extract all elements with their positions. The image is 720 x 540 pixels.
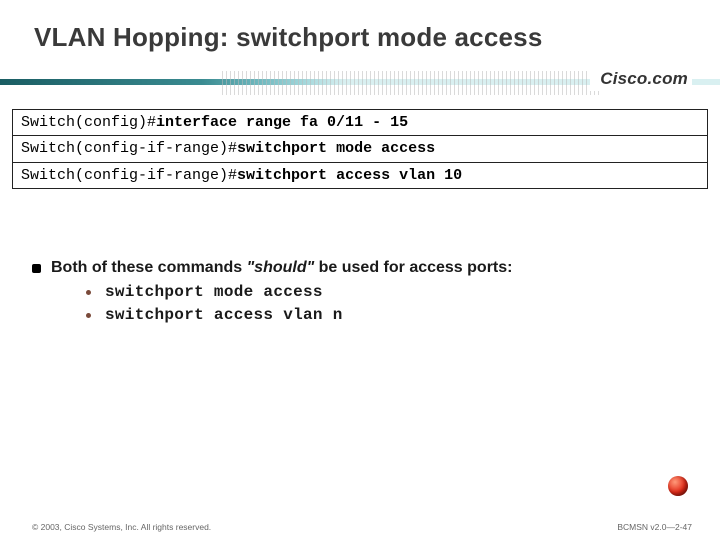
terminal-command: switchport access vlan 10 bbox=[237, 163, 462, 188]
terminal-command: switchport mode access bbox=[237, 136, 435, 161]
footer: © 2003, Cisco Systems, Inc. All rights r… bbox=[0, 522, 720, 532]
sub-bullet-list: switchport mode access switchport access… bbox=[86, 283, 720, 324]
nav-dot-icon bbox=[668, 476, 688, 496]
terminal-block: Switch(config)#interface range fa 0/11 -… bbox=[12, 109, 708, 189]
bullet-post: be used for access ports: bbox=[314, 259, 512, 276]
sub-bullet-text: switchport mode access bbox=[105, 283, 323, 301]
separator-stripes bbox=[222, 71, 602, 95]
sub-bullet-icon bbox=[86, 290, 91, 295]
terminal-row: Switch(config-if-range)#switchport acces… bbox=[13, 162, 707, 188]
sub-bullet-item: switchport access vlan n bbox=[86, 306, 720, 324]
terminal-prompt: Switch(config-if-range)# bbox=[13, 136, 237, 161]
terminal-command: interface range fa 0/11 - 15 bbox=[156, 110, 408, 135]
sub-bullet-text: switchport access vlan n bbox=[105, 306, 343, 324]
sub-bullet-icon bbox=[86, 313, 91, 318]
bullet-icon bbox=[32, 264, 41, 273]
bullet-list: Both of these commands "should" be used … bbox=[32, 259, 720, 324]
footer-copyright: © 2003, Cisco Systems, Inc. All rights r… bbox=[32, 522, 211, 532]
bullet-item: Both of these commands "should" be used … bbox=[32, 259, 720, 277]
terminal-row: Switch(config)#interface range fa 0/11 -… bbox=[13, 110, 707, 135]
bullet-pre: Both of these commands bbox=[51, 259, 247, 276]
terminal-prompt: Switch(config)# bbox=[13, 110, 156, 135]
terminal-prompt: Switch(config-if-range)# bbox=[13, 163, 237, 188]
sub-bullet-item: switchport mode access bbox=[86, 283, 720, 301]
separator: Cisco.com bbox=[0, 71, 720, 95]
footer-pageref: BCMSN v2.0—2-47 bbox=[617, 522, 692, 532]
page-title: VLAN Hopping: switchport mode access bbox=[0, 0, 720, 71]
cisco-logo: Cisco.com bbox=[590, 63, 692, 91]
terminal-row: Switch(config-if-range)#switchport mode … bbox=[13, 135, 707, 161]
bullet-em: "should" bbox=[247, 259, 315, 276]
bullet-text: Both of these commands "should" be used … bbox=[51, 259, 512, 277]
